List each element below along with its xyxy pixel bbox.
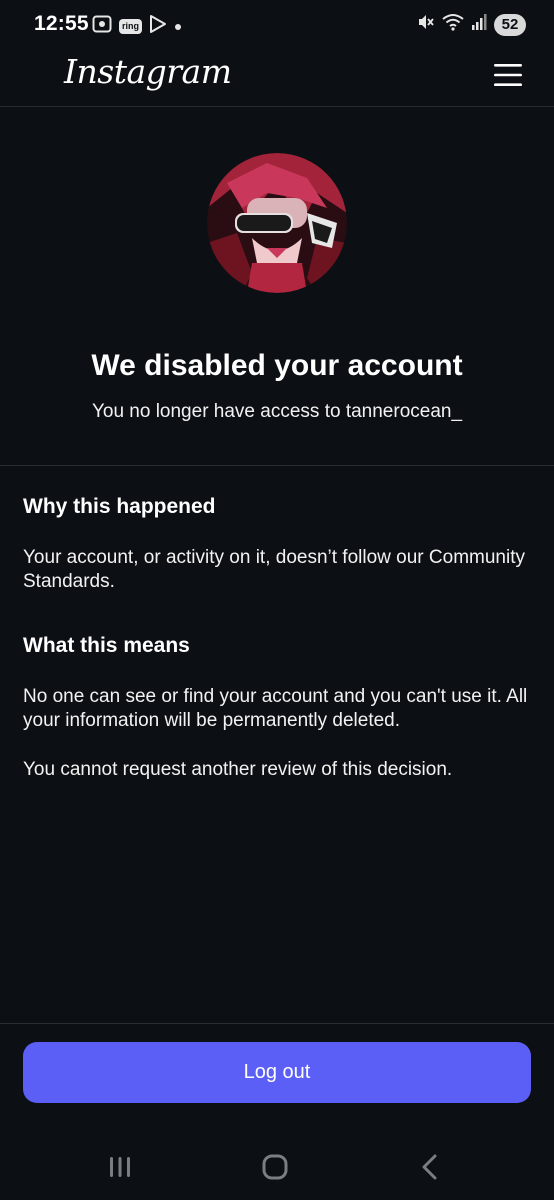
- wifi-icon: [442, 13, 464, 36]
- ring-app-icon: ring: [119, 19, 142, 34]
- account-access-message: You no longer have access to tannerocean…: [91, 401, 463, 422]
- back-icon[interactable]: [410, 1152, 450, 1182]
- hamburger-menu-icon[interactable]: [492, 61, 524, 89]
- page-title: We disabled your account: [91, 349, 463, 382]
- system-nav-bar: [0, 1130, 554, 1200]
- play-store-icon: [149, 14, 167, 39]
- review-notice-text: You cannot request another review of thi…: [23, 759, 453, 780]
- battery-icon: 52: [494, 13, 526, 36]
- recent-apps-icon[interactable]: [100, 1152, 140, 1182]
- screenshot-icon: [92, 15, 112, 38]
- status-time: 12:55: [34, 12, 89, 35]
- divider: [0, 1023, 554, 1024]
- status-bar: 12:55 ring 52: [0, 0, 554, 52]
- home-icon[interactable]: [255, 1152, 295, 1182]
- mute-icon: [417, 13, 435, 36]
- app-header: Instagram: [0, 52, 554, 107]
- means-section-title: What this means: [23, 634, 190, 657]
- why-section-title: Why this happened: [23, 495, 216, 518]
- status-left-icons: ring: [92, 14, 182, 39]
- why-section-text: Your account, or activity on it, doesn’t…: [23, 547, 525, 592]
- instagram-logo[interactable]: Instagram: [64, 52, 232, 91]
- means-section-text: No one can see or find your account and …: [23, 686, 528, 731]
- logout-button[interactable]: Log out: [23, 1042, 531, 1103]
- signal-icon: [471, 13, 487, 36]
- notification-dot-icon: [174, 18, 182, 36]
- profile-avatar: [207, 153, 347, 293]
- status-right-icons: 52: [417, 13, 526, 36]
- divider: [0, 465, 554, 466]
